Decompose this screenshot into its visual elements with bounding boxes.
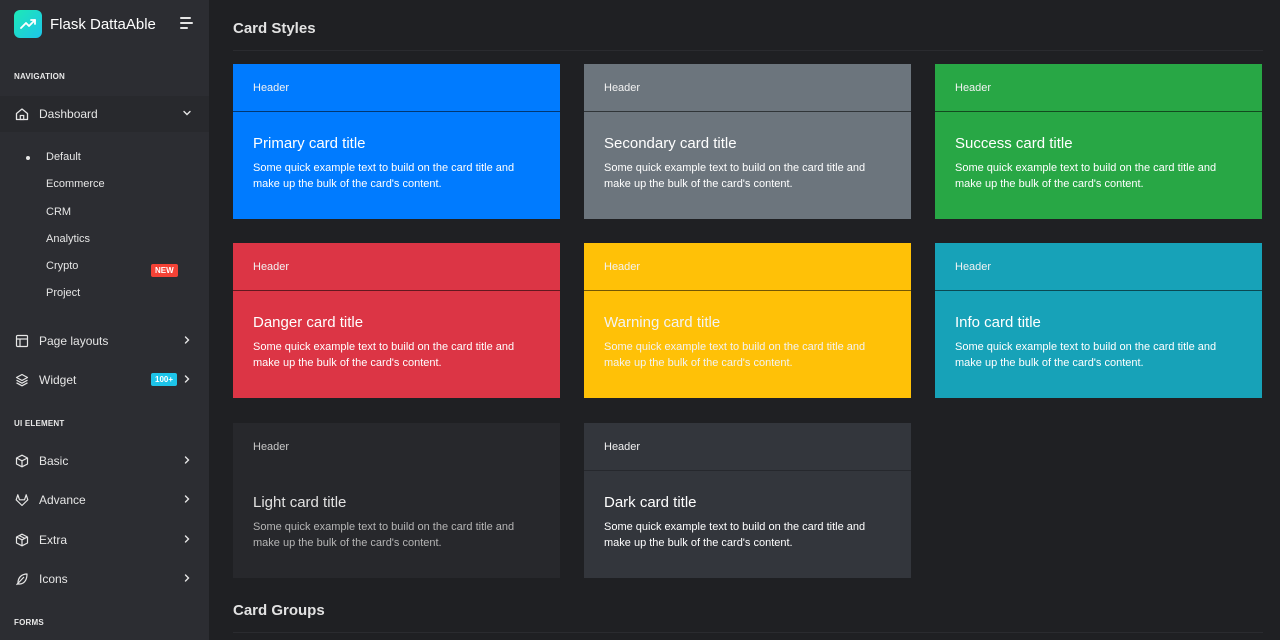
card-text: Some quick example text to build on the … xyxy=(955,162,1217,190)
card-header: Header xyxy=(584,64,911,112)
card-text: Some quick example text to build on the … xyxy=(955,341,1217,369)
feather-icon xyxy=(15,572,29,586)
card-header: Header xyxy=(253,440,290,453)
card-title: Light card title xyxy=(253,494,347,511)
widget-count-badge: 100+ xyxy=(151,373,178,386)
box-icon xyxy=(15,454,29,468)
sidebar-item-advance[interactable]: Advance xyxy=(0,482,209,518)
section-title-card-groups: Card Groups xyxy=(233,602,325,619)
card-warning: Header Warning card title Some quick exa… xyxy=(584,243,911,398)
sub-item-crm[interactable]: CRM xyxy=(46,206,71,218)
sidebar-item-basic[interactable]: Basic xyxy=(0,443,209,479)
nav-caption-navigation: NAVIGATION xyxy=(14,72,66,81)
card-header: Header xyxy=(935,64,1262,112)
sub-item-default[interactable]: Default xyxy=(46,151,81,163)
sidebar: Flask DattaAble NAVIGATION Dashboard Def… xyxy=(0,0,209,640)
sidebar-item-label: Basic xyxy=(39,454,69,468)
section-title-card-styles: Card Styles xyxy=(233,20,316,37)
chevron-right-icon xyxy=(184,375,190,383)
card-text: Some quick example text to build on the … xyxy=(253,521,515,549)
gitlab-icon xyxy=(15,493,29,507)
brand-name: Flask DattaAble xyxy=(50,15,156,33)
chevron-right-icon xyxy=(184,495,190,503)
sidebar-item-icons[interactable]: Icons xyxy=(0,561,209,597)
main-content: Card Styles Header Primary card title So… xyxy=(209,0,1280,640)
card-info: Header Info card title Some quick exampl… xyxy=(935,243,1262,398)
card-title: Primary card title xyxy=(253,135,366,152)
card-primary: Header Primary card title Some quick exa… xyxy=(233,64,560,219)
trending-up-icon xyxy=(14,10,42,38)
sub-item-ecommerce[interactable]: Ecommerce xyxy=(46,178,105,190)
card-dark: Header Dark card title Some quick exampl… xyxy=(584,423,911,578)
section-divider xyxy=(233,50,1263,51)
new-badge: NEW xyxy=(151,264,178,277)
card-header: Header xyxy=(584,243,911,291)
card-success: Header Success card title Some quick exa… xyxy=(935,64,1262,219)
package-icon xyxy=(15,533,29,547)
card-title: Dark card title xyxy=(604,494,697,511)
sidebar-item-label: Page layouts xyxy=(39,334,109,348)
card-header: Header xyxy=(935,243,1262,291)
card-text: Some quick example text to build on the … xyxy=(253,341,515,369)
sidebar-item-label: Extra xyxy=(39,533,68,547)
card-header: Header xyxy=(233,64,560,112)
sidebar-item-label: Advance xyxy=(39,493,86,507)
card-header: Header xyxy=(584,423,911,471)
card-text: Some quick example text to build on the … xyxy=(253,162,515,190)
sidebar-item-dashboard[interactable]: Dashboard xyxy=(0,96,209,132)
chevron-right-icon xyxy=(184,574,190,582)
sidebar-item-label: Dashboard xyxy=(39,107,98,121)
card-text: Some quick example text to build on the … xyxy=(604,521,866,549)
sidebar-item-label: Widget xyxy=(39,373,77,387)
sub-item-analytics[interactable]: Analytics xyxy=(46,233,90,245)
chevron-down-icon xyxy=(183,110,191,116)
sub-item-project[interactable]: Project xyxy=(46,287,80,299)
nav-caption-forms: FORMS xyxy=(14,618,44,627)
active-dot-icon xyxy=(26,156,30,160)
menu-toggle-icon[interactable] xyxy=(180,17,193,29)
card-danger: Header Danger card title Some quick exam… xyxy=(233,243,560,398)
card-title: Info card title xyxy=(955,314,1041,331)
chevron-right-icon xyxy=(184,535,190,543)
card-title: Success card title xyxy=(955,135,1073,152)
sidebar-item-page-layouts[interactable]: Page layouts xyxy=(0,323,209,359)
layers-icon xyxy=(15,373,29,387)
nav-caption-ui-element: UI ELEMENT xyxy=(14,419,65,428)
card-text: Some quick example text to build on the … xyxy=(604,341,866,369)
home-icon xyxy=(15,107,29,121)
brand[interactable]: Flask DattaAble xyxy=(0,0,209,48)
sidebar-item-extra[interactable]: Extra xyxy=(0,522,209,558)
card-secondary: Header Secondary card title Some quick e… xyxy=(584,64,911,219)
card-title: Danger card title xyxy=(253,314,364,331)
card-title: Warning card title xyxy=(604,314,721,331)
chevron-right-icon xyxy=(184,336,190,344)
card-header: Header xyxy=(233,243,560,291)
card-text: Some quick example text to build on the … xyxy=(604,162,866,190)
sidebar-item-widget[interactable]: Widget xyxy=(0,362,209,398)
layout-icon xyxy=(15,334,29,348)
card-title: Secondary card title xyxy=(604,135,737,152)
sub-item-crypto[interactable]: Crypto xyxy=(46,260,78,272)
card-light: Header Light card title Some quick examp… xyxy=(233,423,560,578)
chevron-right-icon xyxy=(184,456,190,464)
sidebar-item-label: Icons xyxy=(39,572,68,586)
section-divider xyxy=(233,632,1263,633)
